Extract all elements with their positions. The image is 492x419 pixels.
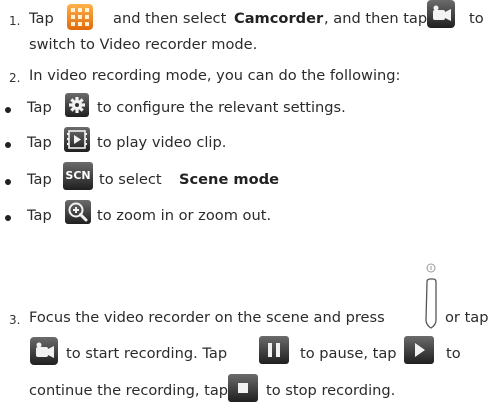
step-text: or tap xyxy=(445,309,489,326)
step-text: Focus the video recorder on the scene an… xyxy=(29,309,385,326)
step-3-line-3: continue the recording, tap to stop reco… xyxy=(0,372,492,410)
step-text: switch to Video recorder mode. xyxy=(29,36,258,53)
pause-icon xyxy=(259,336,289,364)
bullet-dot xyxy=(5,179,11,185)
bullet-text: Tap xyxy=(27,207,52,224)
step-3: 3. Focus the video recorder on the scene… xyxy=(0,300,492,336)
apps-grid-icon xyxy=(67,4,93,30)
stop-icon xyxy=(228,374,258,402)
bullet-text: Tap xyxy=(27,171,52,188)
bullet-text: to select xyxy=(99,171,162,188)
step-text: to start recording. Tap xyxy=(66,345,228,362)
step-text: , and then tap xyxy=(324,10,428,27)
bullet-text: Tap xyxy=(27,99,52,116)
zoom-icon xyxy=(65,200,91,224)
step-text: and then select xyxy=(113,10,227,27)
bullet-dot xyxy=(5,142,11,148)
bullet-dot xyxy=(5,215,11,221)
play-video-icon xyxy=(64,127,90,152)
step-text: continue the recording, tap xyxy=(29,382,229,399)
step-text: Tap xyxy=(29,10,54,27)
scene-mode-term: Scene mode xyxy=(179,171,280,188)
scene-mode-icon: SCN xyxy=(63,162,93,190)
bullet-item: Tap to zoom in or zoom out. xyxy=(0,196,492,232)
bullet-text: to play video clip. xyxy=(97,134,227,151)
step-text: to xyxy=(469,10,484,27)
video-camera-icon xyxy=(427,0,455,28)
camcorder-term: Camcorder xyxy=(234,10,324,27)
bullet-dot xyxy=(5,107,11,113)
bullet-text: Tap xyxy=(27,134,52,151)
bullet-text: to configure the relevant settings. xyxy=(97,99,346,116)
play-icon xyxy=(404,336,434,364)
bullet-text: . xyxy=(266,171,271,188)
bullet-item: Tap to play video clip. xyxy=(0,124,492,158)
step-text: to pause, tap xyxy=(300,345,397,362)
bullet-item: Tap SCN to select Scene mode . xyxy=(0,160,492,196)
step-number: 1. xyxy=(9,14,21,28)
bullet-text: to zoom in or zoom out. xyxy=(97,207,272,224)
video-camera-icon xyxy=(30,337,58,365)
step-text: to xyxy=(446,345,461,362)
gear-icon xyxy=(65,93,89,117)
step-number: 3. xyxy=(9,313,21,327)
step-3-line-2: to start recording. Tap to pause, tap to xyxy=(0,333,492,371)
step-text: to stop recording. xyxy=(266,382,396,399)
step-text: In video recording mode, you can do the … xyxy=(29,67,401,84)
step-number: 2. xyxy=(9,71,21,85)
bullet-item: Tap to configure the relevant settings. xyxy=(0,90,492,124)
step-1: 1. Tap and then select Camcorder , and t… xyxy=(0,0,492,40)
